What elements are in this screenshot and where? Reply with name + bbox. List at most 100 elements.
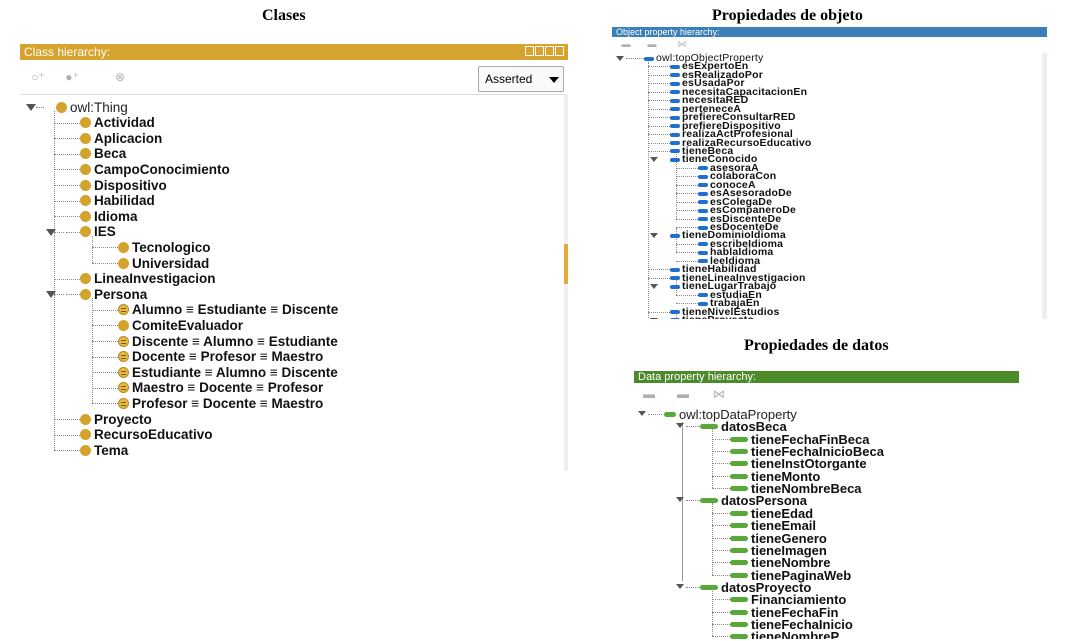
data-property-icon [700,584,718,590]
tree-node-label: Universidad [132,255,210,271]
tree-node-ies[interactable]: IES [80,224,116,240]
data-property-icon [700,498,718,504]
tree-node-dispositivo[interactable]: Dispositivo [80,177,167,193]
tree-node-label: Actividad [94,115,155,131]
data-property-icon [664,412,676,417]
tree-node-beca[interactable]: Beca [80,146,126,162]
object-property-icon [670,310,680,314]
expand-toggle-icon[interactable] [650,317,658,319]
object-property-icon [670,115,680,120]
data-property-icon [730,449,748,455]
object-property-icon [698,301,708,306]
expand-toggle-icon[interactable] [616,56,624,61]
object-property-icon [698,208,708,213]
class-icon [80,117,91,129]
class-icon [80,132,91,144]
class-tree: owl:Thing Actividad Aplicacion Beca CampoCon… [20,44,564,471]
expand-toggle-icon[interactable] [26,104,36,111]
tree-node-profesor-docente-maestro[interactable]: Profesor ≡ Docente ≡ Maestro [118,395,323,411]
tree-node-label: tieneProyecto [682,315,754,319]
tree-node-alumno-estudiante-discente[interactable]: Alumno ≡ Estudiante ≡ Discente [118,302,338,318]
tree-node-persona[interactable]: Persona [80,286,147,302]
tree-node-campoconocimiento[interactable]: CampoConocimiento [80,161,230,177]
expand-toggle-icon[interactable] [650,233,658,239]
tree-node-tieneproyecto[interactable]: tieneProyecto [670,315,754,319]
class-icon [80,148,91,160]
tree-node-label: Alumno ≡ Estudiante ≡ Discente [132,302,339,318]
object-property-icon [698,174,708,179]
class-icon [118,319,129,331]
tree-node-label: IES [94,224,116,240]
tree-node-label: LineaInvestigacion [94,271,216,287]
object-property-tree: owl:topObjectProperty esExpertoEn esRealiz… [612,27,1042,319]
classes-heading: Clases [262,7,306,24]
tree-node-label: Discente ≡ Alumno ≡ Estudiante [132,333,338,349]
expand-toggle-icon[interactable] [650,284,658,290]
expand-toggle-icon[interactable] [676,583,684,589]
tree-node-label: Tecnologico [132,239,211,255]
object-property-icon [698,217,708,222]
tree-node-label: owl:Thing [70,99,128,115]
expand-toggle-icon[interactable] [46,228,56,236]
tree-node-proyecto[interactable]: Proyecto [80,411,152,427]
tree-node-habilidad[interactable]: Habilidad [80,193,155,209]
object-property-icon [670,90,680,95]
object-property-icon [670,141,680,145]
tree-node-label: Maestro ≡ Docente ≡ Profesor [132,380,324,396]
tree-node-label: CampoConocimiento [94,161,230,177]
object-property-icon [698,293,708,298]
tree-node-universidad[interactable]: Universidad [118,255,209,271]
tree-node-maestro-docente-profesor[interactable]: Maestro ≡ Docente ≡ Profesor [118,380,323,396]
class-icon [118,257,129,269]
class-icon [80,163,91,175]
tree-node-label: Dispositivo [94,177,167,193]
tree-node-aplicacion[interactable]: Aplicacion [80,130,162,146]
expand-toggle-icon[interactable] [676,423,684,429]
equivalent-class-icon [118,366,129,378]
data-property-icon [730,510,748,516]
object-property-icon [698,242,708,247]
data-property-icon [730,621,748,627]
expand-toggle-icon[interactable] [46,291,56,299]
tree-node-discente-alumno-estudiante[interactable]: Discente ≡ Alumno ≡ Estudiante [118,333,338,349]
data-properties-heading: Propiedades de datos [744,337,889,354]
equivalent-class-icon [118,397,129,409]
object-properties-heading: Propiedades de objeto [712,7,863,24]
expand-toggle-icon[interactable] [638,411,646,416]
tree-node-recursoeducativo[interactable]: RecursoEducativo [80,427,213,443]
equivalent-class-icon [118,304,129,316]
tree-node-tienenombrep[interactable]: tieneNombreP [730,630,839,639]
expand-toggle-icon[interactable] [650,157,658,163]
expand-toggle-icon[interactable] [676,497,684,503]
object-property-icon [698,166,708,171]
object-property-icon [670,276,680,281]
tree-node-label: Aplicacion [94,130,163,146]
class-icon [80,195,91,207]
tree-node-owl-thing[interactable]: owl:Thing [56,99,128,115]
data-property-tree: owl:topDataProperty datosBeca tieneFechaFi… [634,371,1019,639]
class-hierarchy-panel: Class hierarchy: ○⁺ ●⁺ ⊗ Asserted owl:Th… [20,44,568,471]
tree-node-actividad[interactable]: Actividad [80,115,155,131]
tree-node-tecnologico[interactable]: Tecnologico [118,239,211,255]
tree-node-comiteevaluador[interactable]: ComiteEvaluador [118,317,243,333]
tree-node-idioma[interactable]: Idioma [80,208,138,224]
tree-node-estudiante-alumno-discente[interactable]: Estudiante ≡ Alumno ≡ Discente [118,364,338,380]
tree-node-label: Profesor ≡ Docente ≡ Maestro [132,395,324,411]
object-property-panel: Object property hierarchy: ▬ ▬ ⋈ owl:top… [612,27,1047,319]
tree-node-tema[interactable]: Tema [80,442,128,458]
object-property-icon [670,233,680,238]
tree-node-label: Tema [94,442,129,458]
object-property-icon [698,183,708,188]
tree-node-label: Proyecto [94,411,152,427]
tree-node-lineainvestigacion[interactable]: LineaInvestigacion [80,271,216,287]
tree-node-label: Beca [94,146,127,162]
equivalent-class-icon [118,335,129,347]
equivalent-class-icon [118,351,129,363]
tree-node-label: tieneNombreP [751,629,840,639]
data-property-icon [730,473,748,479]
tree-node-docente-profesor-maestro[interactable]: Docente ≡ Profesor ≡ Maestro [118,349,323,365]
tree-node-label: Estudiante ≡ Alumno ≡ Discente [132,364,338,380]
object-property-icon [670,284,680,289]
object-property-icon [644,56,654,61]
object-property-icon [698,191,708,196]
